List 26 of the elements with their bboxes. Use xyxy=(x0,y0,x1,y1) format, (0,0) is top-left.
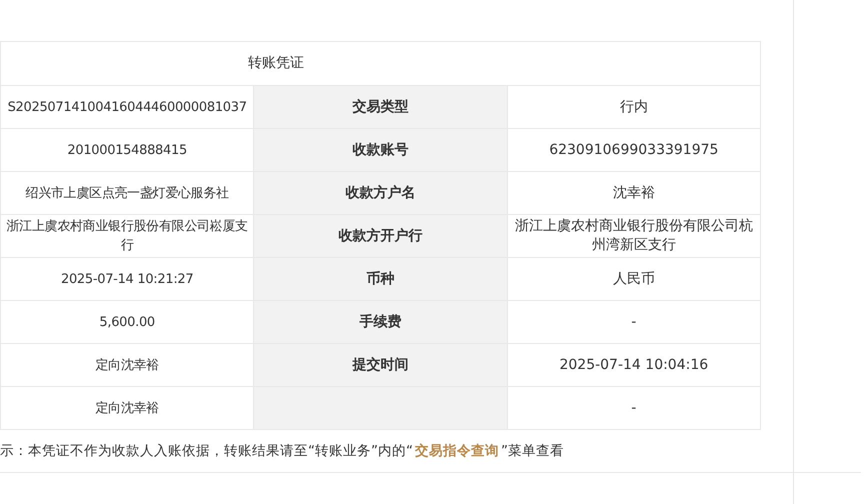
table-cell: 2025-07-14 10:04:16 xyxy=(507,344,760,386)
table-cell: 浙江上虞农村商业银行股份有限公司崧厦支行 xyxy=(0,214,254,258)
label-cell: 交易类型 xyxy=(254,86,508,128)
table-cell: S20250714100416044460000081037 xyxy=(0,86,254,128)
table-cell: 人民币 xyxy=(507,258,760,300)
table-cell: 201000154888415 xyxy=(0,128,254,172)
label-cell: 提交时间 xyxy=(254,344,508,386)
table-cell: 定向沈幸裕 xyxy=(0,386,254,430)
table-cell: 绍兴市上虞区点亮一盏灯爱心服务社 xyxy=(0,172,254,214)
table-cell: 5,600.00 xyxy=(0,300,254,344)
table-cell: - xyxy=(507,300,760,344)
label-cell: 收款方户名 xyxy=(254,172,508,214)
table-cell: - xyxy=(507,386,760,430)
query-link[interactable]: 交易指令查询 xyxy=(412,442,501,459)
table-cell: 浙江上虞农村商业银行股份有限公司杭州湾新区支行 xyxy=(507,214,760,258)
table-cell: 行内 xyxy=(507,86,760,128)
label-cell: 收款方开户行 xyxy=(254,214,508,258)
voucher-title: 转账凭证 xyxy=(0,42,760,86)
label-cell: 手续费 xyxy=(254,300,508,344)
table-cell: 定向沈幸裕 xyxy=(0,344,254,386)
label-cell: 币种 xyxy=(254,258,508,300)
table-cell: 2025-07-14 10:21:27 xyxy=(0,258,254,300)
table-cell: 沈幸裕 xyxy=(507,172,760,214)
table-cell: 6230910699033391975 xyxy=(507,128,760,172)
note-text: 示：本凭证不作为收款人入账依据，转账结果请至“转账业务”内的“交易指令查询”菜单查看 xyxy=(0,442,564,461)
label-cell: 收款账号 xyxy=(254,128,508,172)
